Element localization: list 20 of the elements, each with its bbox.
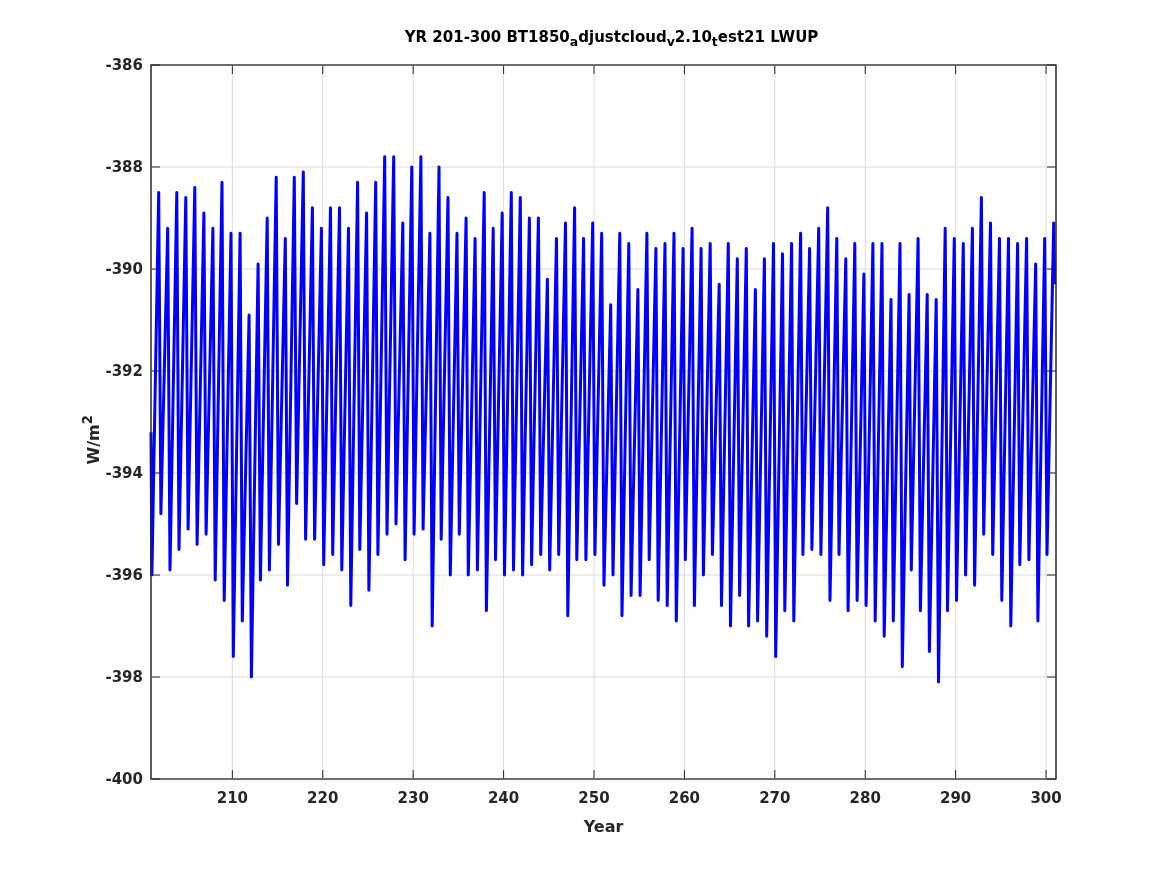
x-tick-label: 230 (397, 789, 430, 807)
x-tick-label: 290 (940, 789, 972, 807)
y-tick-label: -392 (105, 362, 144, 380)
x-tick-label: 260 (669, 789, 701, 807)
y-tick-label: -400 (105, 770, 144, 788)
x-tick-label: 240 (488, 789, 520, 807)
x-tick-label: 280 (849, 789, 882, 807)
y-tick-label: -394 (105, 464, 144, 482)
x-tick-label: 250 (578, 789, 610, 807)
chart-title: YR 201-300 BT1850$_{a}$djustcloud$_{v}$2.10$_{t}$est21 LWUP (404, 28, 819, 51)
x-tick-label: 300 (1030, 789, 1063, 807)
x-tick-label: 210 (217, 789, 249, 807)
y-tick-label: -396 (105, 566, 144, 584)
x-tick-label: 270 (759, 789, 791, 807)
y-tick-label: -398 (105, 668, 144, 686)
x-axis-label: Year (583, 817, 624, 836)
y-tick-label: -390 (105, 260, 144, 278)
y-tick-label: -386 (105, 56, 144, 74)
x-tick-label: 220 (307, 789, 339, 807)
y-tick-label: -388 (105, 158, 144, 176)
